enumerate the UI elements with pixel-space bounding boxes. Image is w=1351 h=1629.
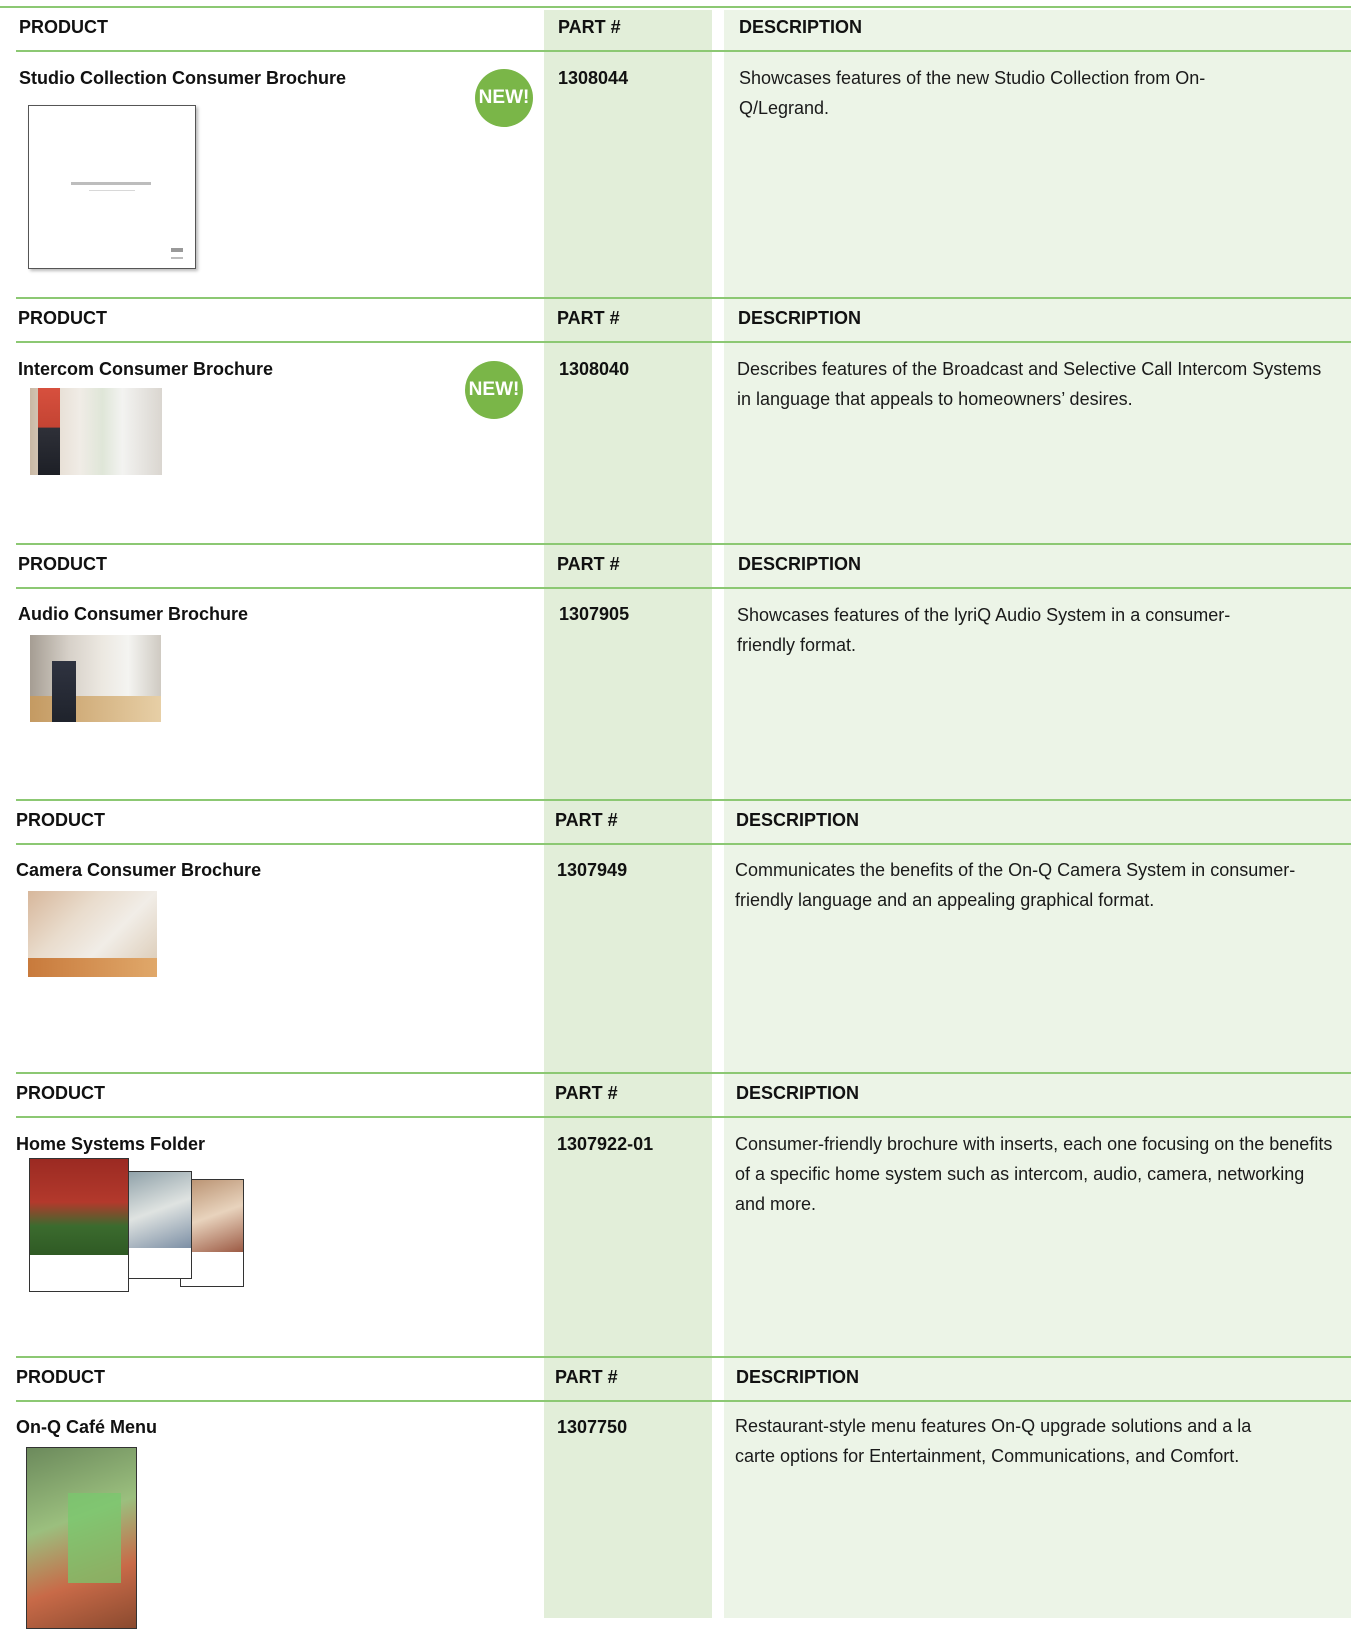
folder-cover-thumbnail — [29, 1158, 129, 1292]
header-rule — [16, 341, 1351, 343]
header-product: PRODUCT — [18, 554, 107, 574]
header-rule — [16, 1400, 1351, 1402]
new-badge: NEW! — [475, 69, 533, 127]
header-product: PRODUCT — [16, 1367, 105, 1387]
header-rule — [16, 843, 1351, 845]
header-part: PART # — [558, 17, 621, 37]
header-description: DESCRIPTION — [738, 554, 862, 574]
brochure-thumbnail — [28, 105, 196, 269]
section-rule — [16, 1072, 1351, 1074]
part-number: 1307922-01 — [557, 1134, 654, 1154]
product-name: Studio Collection Consumer Brochure — [19, 68, 347, 88]
header-description: DESCRIPTION — [736, 810, 860, 830]
product-description: Showcases features of the lyriQ Audio Sy… — [737, 605, 1231, 655]
header-product: PRODUCT — [16, 1083, 105, 1103]
product-name: Audio Consumer Brochure — [18, 604, 249, 624]
part-number: 1308044 — [558, 68, 629, 88]
header-product: PRODUCT — [18, 308, 107, 328]
product-description: Restaurant-style menu features On-Q upgr… — [735, 1416, 1252, 1466]
part-number: 1308040 — [559, 359, 630, 379]
header-part: PART # — [555, 1367, 618, 1387]
header-part: PART # — [557, 554, 620, 574]
header-product: PRODUCT — [16, 810, 105, 830]
part-number: 1307949 — [557, 860, 628, 880]
brochure-thumbnail — [30, 635, 161, 722]
header-part: PART # — [555, 810, 618, 830]
brochure-thumbnail — [30, 388, 162, 475]
header-part: PART # — [557, 308, 620, 328]
product-name: On-Q Café Menu — [16, 1417, 158, 1437]
header-description: DESCRIPTION — [736, 1083, 860, 1103]
header-rule — [16, 587, 1351, 589]
product-name: Home Systems Folder — [16, 1134, 206, 1154]
product-description: Showcases features of the new Studio Col… — [739, 68, 1206, 118]
new-badge: NEW! — [465, 361, 523, 419]
product-description: Communicates the benefits of the On-Q Ca… — [735, 860, 1296, 910]
product-name: Camera Consumer Brochure — [16, 860, 262, 880]
section-rule — [16, 1356, 1351, 1358]
header-rule — [16, 1116, 1351, 1118]
section-rule — [16, 799, 1351, 801]
product-name: Intercom Consumer Brochure — [18, 359, 274, 379]
header-product: PRODUCT — [19, 17, 108, 37]
part-number: 1307905 — [559, 604, 630, 624]
menu-thumbnail — [26, 1447, 137, 1629]
section-rule — [16, 297, 1351, 299]
section-rule — [16, 543, 1351, 545]
part-number: 1307750 — [557, 1417, 628, 1437]
section-rule — [0, 6, 1351, 8]
header-rule — [16, 50, 1351, 52]
product-description: Consumer-friendly brochure with inserts,… — [735, 1134, 1333, 1214]
product-description: Describes features of the Broadcast and … — [737, 359, 1322, 409]
header-description: DESCRIPTION — [738, 308, 862, 328]
header-part: PART # — [555, 1083, 618, 1103]
header-description: DESCRIPTION — [736, 1367, 860, 1387]
header-description: DESCRIPTION — [739, 17, 863, 37]
folder-insert-thumbnail — [124, 1171, 192, 1279]
brochure-thumbnail — [28, 891, 157, 977]
